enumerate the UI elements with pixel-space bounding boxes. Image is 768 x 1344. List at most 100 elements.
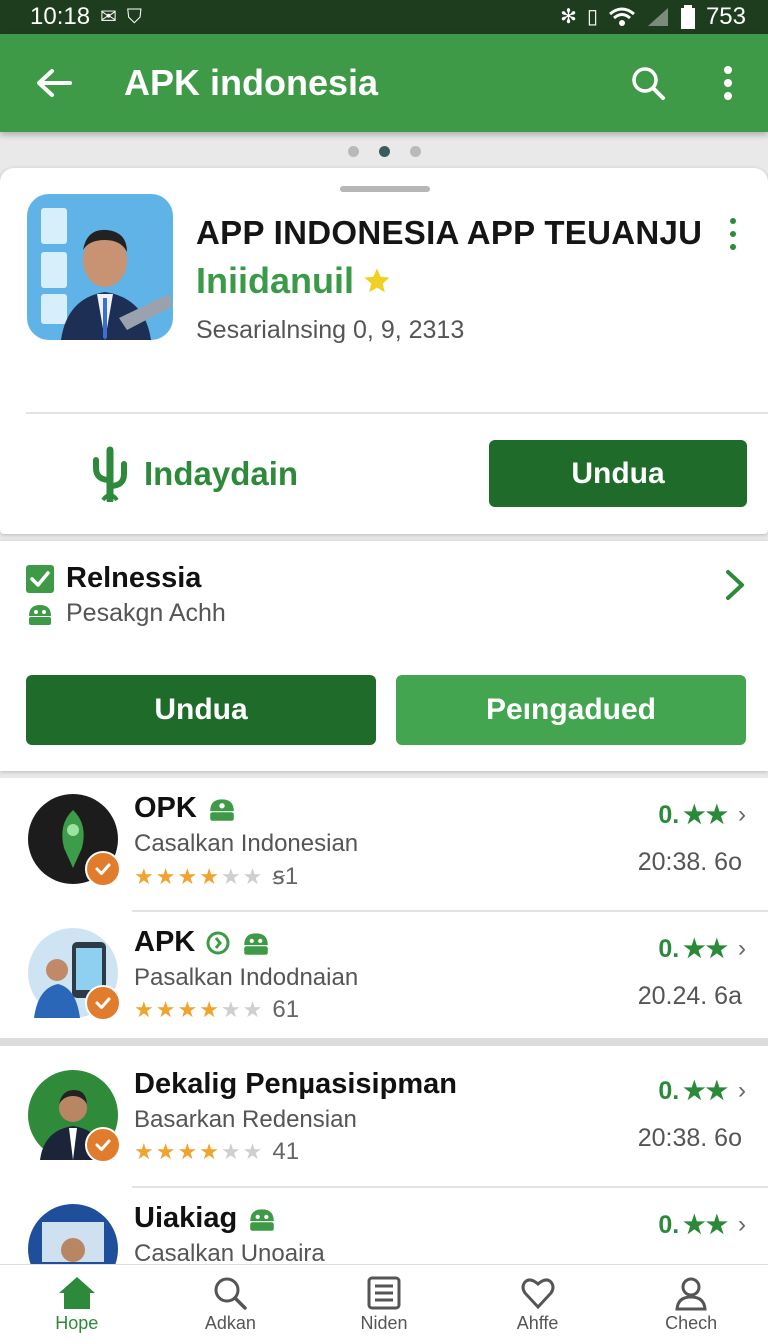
divider bbox=[0, 1038, 768, 1046]
nav-item-list[interactable]: Niden bbox=[307, 1265, 461, 1344]
nav-item-search[interactable]: Adkan bbox=[154, 1265, 308, 1344]
nav-item-home[interactable]: Hope bbox=[0, 1265, 154, 1344]
overflow-menu-button[interactable] bbox=[688, 34, 768, 132]
app-title: Dekalig Penµasisipman bbox=[134, 1068, 457, 1100]
pager-dot[interactable] bbox=[347, 146, 359, 157]
back-button[interactable] bbox=[0, 34, 108, 132]
android-icon bbox=[250, 1208, 274, 1231]
app-title-row: OPK bbox=[134, 792, 237, 825]
star-icon: ★ bbox=[134, 997, 154, 1022]
score-badge[interactable]: 0. ★★ › bbox=[658, 934, 746, 964]
score-badge[interactable]: 0. ★★ › bbox=[658, 1076, 746, 1106]
drag-handle[interactable] bbox=[340, 186, 430, 192]
rating-count: ꞩ1 bbox=[272, 863, 299, 890]
app-list: OPK Casalkan Indonesian ★ ★ ★ ★ ★ ★ ꞩ1 0. ★★ › … bbox=[0, 778, 768, 1264]
chevron-right-icon: › bbox=[738, 1211, 746, 1238]
score-badge[interactable]: 0. ★★ › bbox=[658, 800, 746, 830]
nav-label: Niden bbox=[360, 1313, 408, 1333]
android-icon bbox=[29, 604, 51, 625]
score-value: 0. bbox=[658, 934, 680, 963]
app-title: OPK bbox=[134, 792, 197, 824]
bottom-navigation: Hope Adkan Niden Ahffe Chech bbox=[0, 1264, 768, 1344]
star-empty-icon: ★ bbox=[220, 1139, 241, 1164]
star-icon: ★ bbox=[134, 1139, 154, 1164]
chevron-right-icon[interactable] bbox=[724, 568, 746, 602]
star-icon: ★ bbox=[199, 997, 219, 1022]
star-icon: ★★ bbox=[683, 1211, 728, 1239]
status-bar: 10:18 ✉ ⛉ ✻ ▯ 753 bbox=[0, 0, 768, 34]
search-button[interactable] bbox=[608, 34, 688, 132]
nav-item-profile[interactable]: Chech bbox=[614, 1265, 768, 1344]
avatar bbox=[28, 1204, 118, 1264]
app-subtitle: Basarkan Redensian bbox=[134, 1106, 357, 1133]
star-icon: ★ bbox=[155, 997, 176, 1022]
star-rating: ★ ★ ★ ★ ★ ★ ꞩ1 bbox=[134, 862, 298, 891]
nav-label: Hope bbox=[55, 1313, 99, 1333]
verified-badge-icon bbox=[85, 1127, 121, 1163]
star-rating: ★ ★ ★ ★ ★ ★ 41 bbox=[134, 1138, 299, 1166]
home-icon bbox=[58, 1277, 95, 1309]
settings-button[interactable]: Peıngadued bbox=[396, 675, 746, 745]
star-empty-icon: ★ bbox=[220, 863, 241, 889]
app-title: APK bbox=[134, 926, 196, 958]
download-button[interactable]: Undua bbox=[489, 440, 747, 507]
pager-dot[interactable] bbox=[409, 146, 421, 157]
wifi-icon bbox=[608, 7, 635, 26]
status-time: 10:18 bbox=[30, 3, 91, 30]
star-icon: ★ bbox=[155, 1139, 176, 1164]
app-subtitle: Pasalkan Indodnaian bbox=[134, 964, 359, 991]
star-icon: ★ bbox=[177, 997, 198, 1022]
vibrate-icon: ▯ bbox=[586, 6, 598, 28]
nav-label: Chech bbox=[665, 1313, 718, 1333]
app-date: 20:38. 6o bbox=[637, 848, 742, 876]
star-icon: ★ bbox=[177, 863, 198, 889]
score-value: 0. bbox=[658, 800, 680, 829]
avatar bbox=[28, 1070, 121, 1163]
arrow-left-icon bbox=[37, 69, 72, 97]
mail-icon: ✉ bbox=[100, 6, 117, 28]
developer-name[interactable]: Iniidanuil bbox=[196, 260, 392, 302]
download-release-button[interactable]: Undua bbox=[26, 675, 376, 745]
star-icon: ★ bbox=[177, 1139, 198, 1164]
battery-icon bbox=[680, 5, 695, 29]
nav-item-favorites[interactable]: Ahffe bbox=[461, 1265, 615, 1344]
app-title: Uiakiag bbox=[134, 1202, 238, 1234]
cactus-icon bbox=[93, 446, 127, 502]
rating-count: 41 bbox=[272, 1138, 300, 1165]
app-date: 20.24. 6a bbox=[637, 982, 742, 1010]
list-item[interactable]: APK Pasalkan Indodnaian ★ ★ ★ ★ ★ ★ 61 0. ★★ › … bbox=[0, 912, 768, 1046]
list-item[interactable]: Dekalig Penµasisipman Basarkan Redensian… bbox=[0, 1054, 768, 1188]
star-icon: ★ bbox=[155, 863, 176, 889]
half-star-icon: ★ bbox=[199, 1139, 219, 1164]
list-item[interactable]: Uiakiag Casalkan Unoaira 0. ★★ › bbox=[0, 1188, 768, 1264]
app-title-row: Uiakiag bbox=[134, 1202, 277, 1235]
app-title-row: APK bbox=[134, 926, 271, 959]
app-date: 20:38. 6o bbox=[637, 1124, 742, 1152]
developer-label: Iniidanuil bbox=[196, 260, 354, 301]
heart-icon bbox=[521, 1278, 555, 1310]
nav-label: Adkan bbox=[204, 1313, 256, 1333]
star-empty-icon: ★ bbox=[220, 997, 241, 1022]
star-icon bbox=[364, 268, 390, 293]
chevron-right-icon: › bbox=[738, 801, 746, 828]
release-subtitle-row: Pesakgn Achh bbox=[26, 599, 226, 628]
score-badge[interactable]: 0. ★★ › bbox=[658, 1210, 746, 1240]
avatar bbox=[28, 794, 121, 887]
score-value: 0. bbox=[658, 1076, 680, 1105]
release-subtitle: Pesakgn Achh bbox=[66, 599, 226, 627]
list-item[interactable]: OPK Casalkan Indonesian ★ ★ ★ ★ ★ ★ ꞩ1 0. ★★ › … bbox=[0, 778, 768, 912]
nav-label: Ahffe bbox=[516, 1313, 559, 1333]
app-meta: Sesarialnsing 0, 9, 2313 bbox=[196, 316, 465, 344]
search-icon bbox=[214, 1277, 248, 1310]
pager-dot-active[interactable] bbox=[378, 146, 390, 157]
more-vert-icon bbox=[724, 66, 732, 100]
star-rating: ★ ★ ★ ★ ★ ★ 61 bbox=[134, 996, 299, 1024]
page-title: APK indonesia bbox=[124, 62, 379, 103]
star-empty-icon: ★ bbox=[242, 997, 263, 1022]
avatar bbox=[28, 928, 121, 1021]
star-icon: ★ bbox=[134, 863, 154, 889]
star-icon: ★★ bbox=[683, 935, 728, 963]
battery-level: 753 bbox=[705, 3, 746, 30]
card-menu-button[interactable] bbox=[718, 214, 748, 254]
release-title-row[interactable]: Relnessia bbox=[26, 562, 201, 595]
